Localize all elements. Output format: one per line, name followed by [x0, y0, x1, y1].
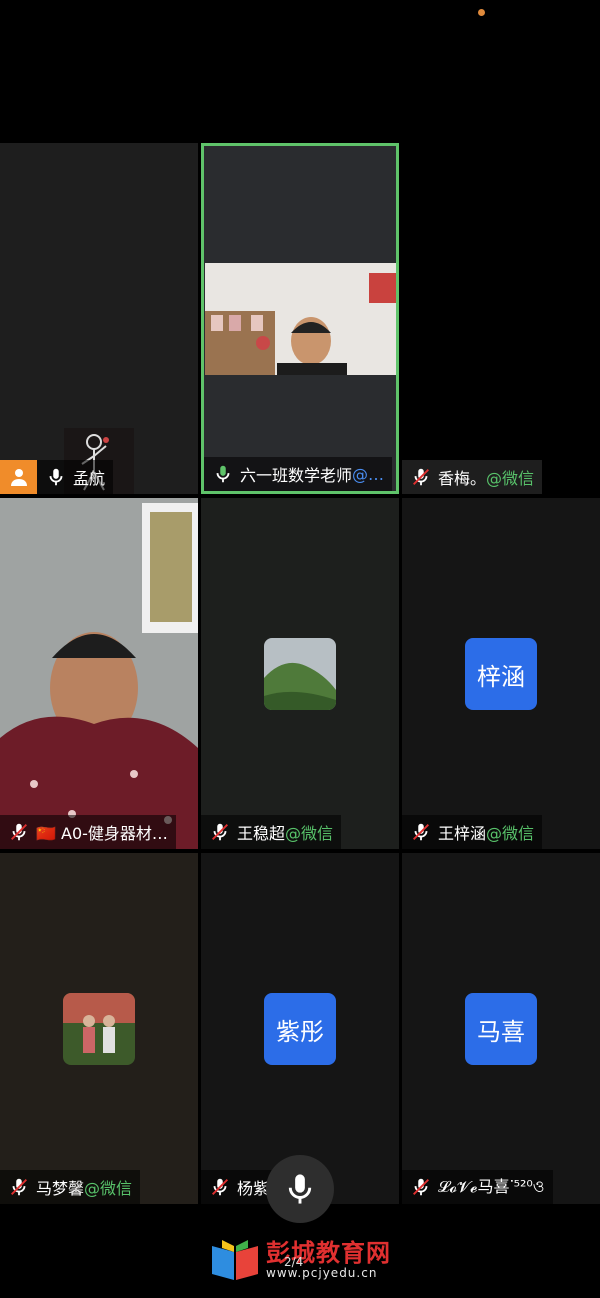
- status-dot: [478, 9, 485, 16]
- participant-name: 𝓛𝓸𝓥𝓮马喜ᐝ⁵²⁰ও: [438, 1177, 545, 1196]
- participant-tile-menghang[interactable]: 孟航: [0, 143, 198, 494]
- participant-label: 马梦馨 @微信: [0, 1170, 141, 1204]
- participant-label: 香梅。 @微信: [402, 460, 543, 494]
- participant-tile-wangwenchao[interactable]: 王稳超 @微信: [201, 498, 399, 849]
- camera-video-feed: [205, 263, 396, 375]
- participant-suffix: @微信: [486, 469, 535, 488]
- page-indicator: 2/4: [284, 1255, 304, 1269]
- mic-muted-icon: [11, 1178, 27, 1196]
- participant-label: 王稳超 @微信: [201, 815, 342, 849]
- participant-tile-teacher[interactable]: 六一班数学老师 @…: [201, 143, 399, 494]
- mic-muted-icon: [413, 468, 429, 486]
- participant-name: 孟航: [73, 469, 106, 488]
- text-avatar: 梓涵: [465, 638, 537, 710]
- participant-name: 马梦馨: [36, 1179, 85, 1198]
- participant-name: 香梅。: [438, 469, 487, 488]
- participant-name: 🇨🇳 A0-健身器材…: [36, 824, 168, 843]
- mic-muted-icon: [11, 823, 27, 841]
- group-photo-avatar: [63, 993, 135, 1065]
- participant-label: 🇨🇳 A0-健身器材…: [0, 815, 176, 849]
- host-badge: [0, 460, 37, 494]
- mic-icon: [49, 468, 63, 486]
- participant-label: 王梓涵 @微信: [402, 815, 543, 849]
- camera-video-feed: [0, 498, 198, 849]
- mic-muted-icon: [413, 823, 429, 841]
- participant-label: 六一班数学老师 @…: [204, 457, 393, 491]
- mountain-photo-avatar: [264, 638, 336, 710]
- user-icon: [10, 469, 27, 486]
- mic-icon: [288, 1174, 312, 1204]
- participant-suffix: @微信: [285, 824, 334, 843]
- participant-tile-mamengxin[interactable]: 马梦馨 @微信: [0, 853, 198, 1204]
- participant-name: 六一班数学老师: [240, 466, 353, 485]
- participant-tile-yangzi[interactable]: 紫彤 杨紫: [201, 853, 399, 1204]
- book-logo-icon: [212, 1240, 258, 1280]
- participant-tile-fitness[interactable]: 🇨🇳 A0-健身器材…: [0, 498, 198, 849]
- participant-suffix: @微信: [84, 1179, 133, 1198]
- participant-label: 孟航: [0, 460, 114, 494]
- participant-suffix: @微信: [486, 824, 535, 843]
- participant-tile-maxi[interactable]: 马喜 𝓛𝓸𝓥𝓮马喜ᐝ⁵²⁰ও: [402, 853, 600, 1204]
- participant-name: 王梓涵: [438, 824, 487, 843]
- mic-speaking-icon: [216, 465, 230, 483]
- text-avatar: 紫彤: [264, 993, 336, 1065]
- participant-name: 王稳超: [237, 824, 286, 843]
- participant-label: 𝓛𝓸𝓥𝓮马喜ᐝ⁵²⁰ও: [402, 1170, 553, 1204]
- participant-tile-wangzihan[interactable]: 梓涵 王梓涵 @微信: [402, 498, 600, 849]
- participant-suffix: @…: [352, 464, 385, 484]
- text-avatar: 马喜: [465, 993, 537, 1065]
- mic-muted-icon: [212, 1178, 228, 1196]
- mic-muted-icon: [413, 1178, 429, 1196]
- mic-muted-icon: [212, 823, 228, 841]
- participant-tile-xiangmei[interactable]: 香梅。 @微信: [402, 143, 600, 494]
- mic-toggle-button[interactable]: [266, 1155, 334, 1223]
- participant-name: 杨紫: [237, 1179, 270, 1198]
